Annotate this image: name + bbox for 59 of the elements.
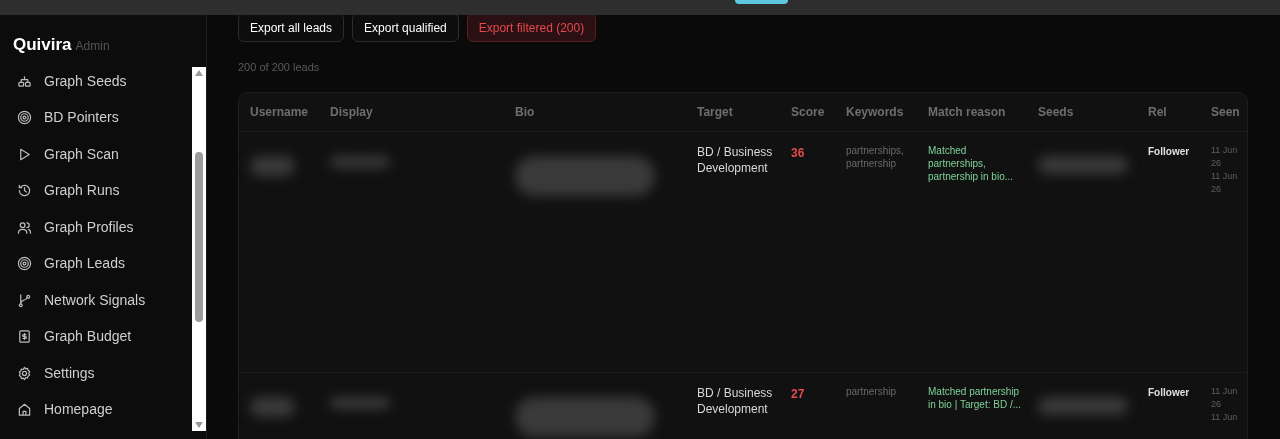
export-button[interactable]: Export filtered (200) <box>466 13 597 42</box>
pill-indicator <box>735 0 788 4</box>
target-text: BD / Business Development <box>697 144 773 175</box>
blurred-display-name <box>330 396 390 409</box>
brand-name: Quivira <box>13 34 72 56</box>
branch-icon <box>17 292 32 308</box>
column-header: Keywords <box>846 103 905 121</box>
home-icon <box>17 402 32 418</box>
column-header: Score <box>791 103 826 121</box>
seen-date: 11 Jun 26 <box>1211 169 1239 196</box>
nodes-icon <box>17 73 32 89</box>
dollar-document-icon <box>17 329 32 345</box>
target-text: BD / Business Development <box>697 385 773 416</box>
score-value: 27 <box>791 386 805 401</box>
target-icon <box>17 256 32 272</box>
sidebar-item[interactable]: Graph Runs <box>0 172 186 209</box>
export-button[interactable]: Export qualified <box>352 13 459 42</box>
seen-date: 11 Jun 26 <box>1211 143 1239 170</box>
sidebar-item[interactable]: BD Pointers <box>0 99 186 136</box>
settings-icon <box>17 365 32 381</box>
target-icon <box>17 110 32 126</box>
blurred-username <box>250 396 295 417</box>
sidebar-item[interactable]: Graph Leads <box>0 245 186 282</box>
export-button[interactable]: Export all leads <box>238 13 345 42</box>
match-reason-text: Matched partnerships, partnership in bio... <box>928 144 1014 182</box>
scrollbar-thumb[interactable] <box>195 152 203 322</box>
sidebar-item[interactable]: Graph Scan <box>0 136 186 173</box>
role-label: Admin <box>75 38 110 55</box>
keywords-text: partnerships, partnership <box>846 144 904 169</box>
score-value: 36 <box>791 145 805 160</box>
sidebar-item[interactable]: Network Signals <box>0 282 186 319</box>
column-header: Target <box>697 103 734 121</box>
lead-count: 200 of 200 leads <box>238 60 321 75</box>
scroll-down-icon[interactable] <box>195 422 203 428</box>
sidebar-item[interactable]: Graph Budget <box>0 318 186 355</box>
column-header: Bio <box>515 103 536 121</box>
blurred-username <box>250 155 295 176</box>
match-reason-text: Matched partnership in bio | Target: BD /... <box>928 385 1021 410</box>
sidebar-item[interactable]: Homepage <box>0 391 186 428</box>
seen-date: 11 Jun <box>1211 410 1239 424</box>
relationship-text: Follower <box>1148 386 1190 398</box>
users-icon <box>17 219 32 235</box>
scroll-up-icon[interactable] <box>195 70 203 76</box>
history-icon <box>17 183 32 199</box>
column-header: Match reason <box>928 103 1007 121</box>
sidebar-item[interactable]: Settings <box>0 355 186 392</box>
column-header: Seeds <box>1038 103 1075 121</box>
column-header: Seen <box>1211 103 1241 121</box>
column-header: Username <box>250 103 310 121</box>
seen-date: 11 Jun 26 <box>1211 384 1239 411</box>
column-header: Rel <box>1148 103 1168 121</box>
sidebar-item[interactable]: Graph Profiles <box>0 209 186 246</box>
relationship-text: Follower <box>1148 145 1190 157</box>
sidebar-item[interactable]: Graph Seeds <box>0 63 186 100</box>
keywords-text: partnership <box>846 385 897 397</box>
scrollbar[interactable] <box>192 67 206 431</box>
play-icon <box>17 146 32 162</box>
blurred-display-name <box>330 155 390 168</box>
column-header: Display <box>330 103 374 121</box>
